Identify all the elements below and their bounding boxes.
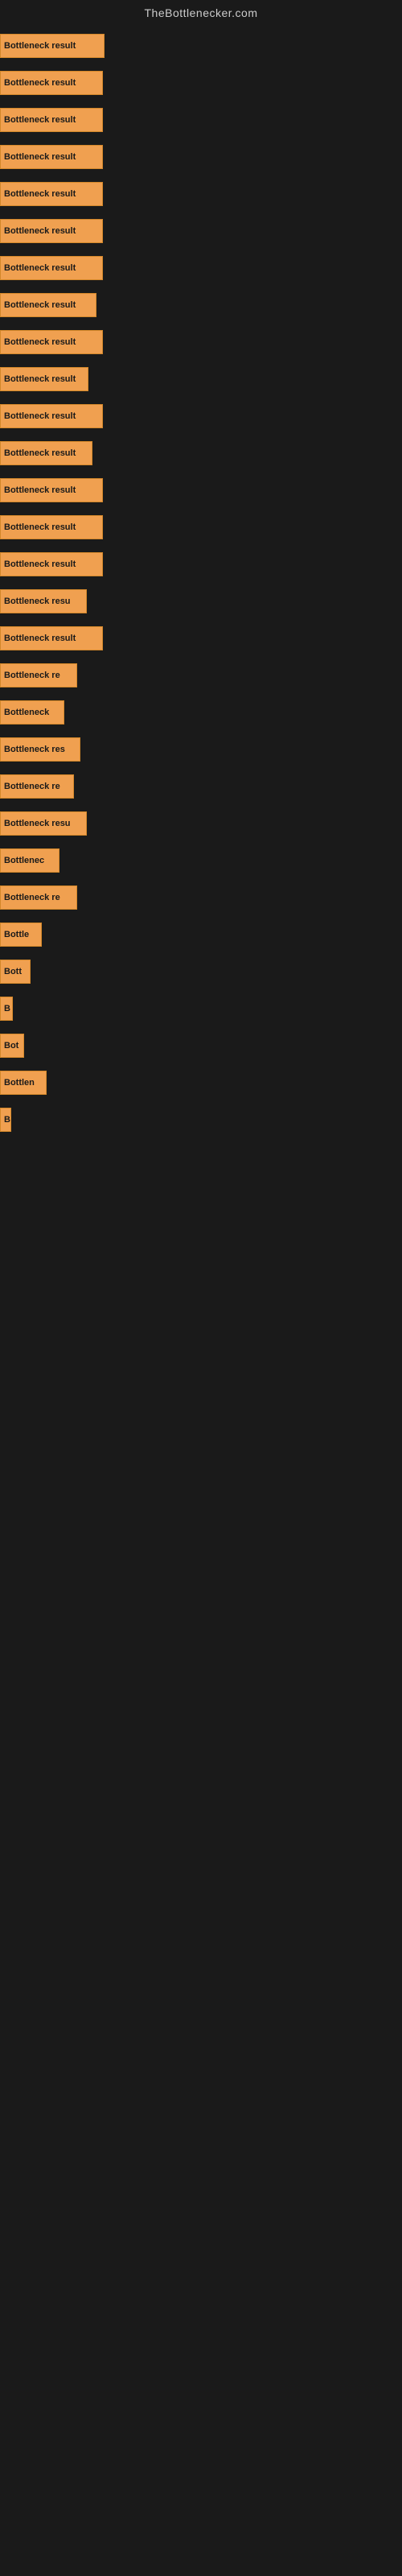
bottleneck-bar: Bottleneck result [0, 293, 96, 317]
bottleneck-bar: Bottleneck result [0, 626, 103, 650]
bottleneck-bar: Bottleneck [0, 700, 64, 724]
bar-label: Bottleneck result [4, 263, 76, 273]
bar-label: Bot [4, 1041, 18, 1051]
bar-label: Bottleneck result [4, 78, 76, 88]
bottleneck-bar: Bottleneck result [0, 478, 103, 502]
bar-row: Bottleneck [0, 697, 402, 728]
bar-label: Bott [4, 967, 22, 976]
bar-label: Bottleneck resu [4, 819, 71, 828]
bar-row: Bottleneck result [0, 142, 402, 172]
bar-label: Bottleneck re [4, 782, 60, 791]
bar-row: Bot [0, 1030, 402, 1061]
bottleneck-bar: B [0, 1108, 11, 1132]
bottleneck-bar: Bottleneck res [0, 737, 80, 762]
bar-label: Bottleneck result [4, 41, 76, 51]
bar-row: Bottleneck result [0, 68, 402, 98]
bar-row: Bottleneck result [0, 623, 402, 654]
bars-container: Bottleneck result Bottleneck result Bottle… [0, 23, 402, 1141]
bottleneck-bar: Bottleneck result [0, 219, 103, 243]
bar-row: Bottleneck re [0, 660, 402, 691]
bar-label: Bottleneck result [4, 374, 76, 384]
bottleneck-bar: B [0, 997, 13, 1021]
bar-label: Bottleneck re [4, 893, 60, 902]
bottleneck-bar: Bottlen [0, 1071, 47, 1095]
bar-label: Bottlenec [4, 856, 44, 865]
bar-row: Bottleneck result [0, 364, 402, 394]
bar-row: Bottleneck resu [0, 808, 402, 839]
bar-row: Bottleneck result [0, 549, 402, 580]
bar-label: Bottleneck result [4, 337, 76, 347]
bar-label: B [4, 1115, 10, 1125]
bar-row: Bottleneck result [0, 216, 402, 246]
bottleneck-bar: Bottleneck result [0, 145, 103, 169]
bar-row: Bottlen [0, 1067, 402, 1098]
bottleneck-bar: Bottleneck result [0, 515, 103, 539]
bottleneck-bar: Bottleneck result [0, 367, 88, 391]
bar-label: Bottleneck result [4, 522, 76, 532]
bar-row: Bottleneck res [0, 734, 402, 765]
bar-label: Bottleneck result [4, 189, 76, 199]
bar-row: Bottleneck result [0, 475, 402, 506]
bar-row: Bottleneck result [0, 105, 402, 135]
bar-label: Bottleneck resu [4, 597, 71, 606]
bar-row: Bottleneck re [0, 882, 402, 913]
bar-row: Bottleneck result [0, 512, 402, 543]
bar-label: B [4, 1004, 10, 1013]
bar-row: Bottleneck resu [0, 586, 402, 617]
bar-label: Bottleneck re [4, 671, 60, 680]
bar-label: Bottleneck result [4, 634, 76, 643]
bottleneck-bar: Bottleneck result [0, 182, 103, 206]
bottleneck-bar: Bottleneck resu [0, 811, 87, 836]
bottleneck-bar: Bottle [0, 923, 42, 947]
bar-label: Bottlen [4, 1078, 35, 1088]
bar-label: Bottleneck res [4, 745, 65, 754]
bar-row: Bottleneck re [0, 771, 402, 802]
bar-label: Bottleneck result [4, 559, 76, 569]
bottleneck-bar: Bottleneck result [0, 71, 103, 95]
bar-row: Bottleneck result [0, 401, 402, 431]
bar-label: Bottleneck [4, 708, 49, 717]
bar-label: Bottleneck result [4, 152, 76, 162]
bottleneck-bar: Bottleneck result [0, 330, 103, 354]
bar-label: Bottleneck result [4, 226, 76, 236]
bottleneck-bar: Bottleneck re [0, 886, 77, 910]
bottleneck-bar: Bottleneck result [0, 108, 103, 132]
bottleneck-bar: Bottleneck result [0, 256, 103, 280]
bar-label: Bottleneck result [4, 115, 76, 125]
bar-label: Bottleneck result [4, 448, 76, 458]
bar-row: Bottleneck result [0, 179, 402, 209]
bottleneck-bar: Bottleneck re [0, 663, 77, 687]
bottleneck-bar: Bott [0, 960, 31, 984]
bottleneck-bar: Bottleneck resu [0, 589, 87, 613]
bottleneck-bar: Bottleneck result [0, 404, 103, 428]
bar-label: Bottleneck result [4, 411, 76, 421]
bar-row: Bott [0, 956, 402, 987]
bar-label: Bottle [4, 930, 29, 939]
bottleneck-bar: Bottleneck result [0, 552, 103, 576]
bar-row: Bottleneck result [0, 253, 402, 283]
bottleneck-bar: Bot [0, 1034, 24, 1058]
site-title: TheBottlenecker.com [0, 0, 402, 23]
bar-row: Bottlenec [0, 845, 402, 876]
bar-label: Bottleneck result [4, 300, 76, 310]
bar-row: Bottleneck result [0, 327, 402, 357]
bar-row: Bottleneck result [0, 290, 402, 320]
bar-row: Bottleneck result [0, 31, 402, 61]
bar-row: Bottle [0, 919, 402, 950]
bar-row: B [0, 993, 402, 1024]
bar-label: Bottleneck result [4, 485, 76, 495]
bottleneck-bar: Bottlenec [0, 848, 59, 873]
bar-row: B [0, 1104, 402, 1135]
bottleneck-bar: Bottleneck result [0, 441, 92, 465]
bottleneck-bar: Bottleneck result [0, 34, 105, 58]
bar-row: Bottleneck result [0, 438, 402, 469]
bottleneck-bar: Bottleneck re [0, 774, 74, 799]
